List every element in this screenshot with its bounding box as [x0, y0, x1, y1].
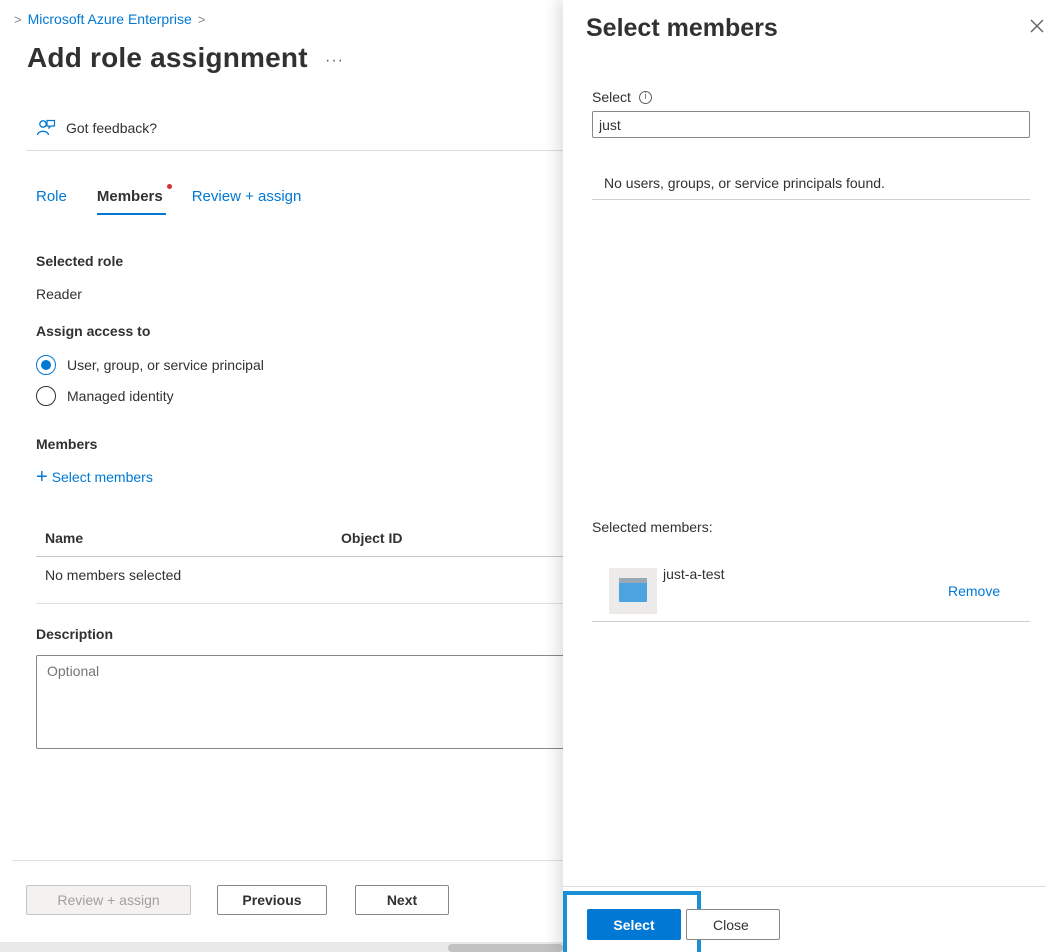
application-icon — [609, 568, 657, 614]
next-button[interactable]: Next — [355, 885, 449, 915]
wizard-tabs: Role Members Review + assign — [36, 184, 302, 215]
select-field-label: Select i — [592, 89, 652, 105]
tab-role[interactable]: Role — [36, 186, 67, 215]
selected-member-name: just-a-test — [663, 566, 725, 582]
breadcrumb-item-azure-enterprise[interactable]: Microsoft Azure Enterprise — [28, 11, 192, 27]
scrollbar-thumb[interactable] — [448, 944, 563, 952]
more-options-button[interactable]: ··· — [325, 52, 344, 70]
tab-members[interactable]: Members — [96, 184, 172, 215]
close-icon[interactable] — [1027, 16, 1046, 36]
info-icon[interactable]: i — [638, 90, 652, 104]
feedback-icon — [36, 119, 56, 136]
previous-button[interactable]: Previous — [217, 885, 327, 915]
selected-members-label: Selected members: — [592, 519, 713, 535]
select-members-label: Select members — [51, 469, 153, 485]
feedback-link[interactable]: Got feedback? — [36, 118, 157, 138]
description-textarea[interactable] — [36, 655, 563, 749]
panel-footer-divider — [563, 886, 1046, 887]
radio-unselected-icon — [36, 386, 56, 406]
page-title: Add role assignment — [27, 42, 308, 73]
review-assign-button[interactable]: Review + assign — [26, 885, 191, 915]
divider — [26, 150, 563, 151]
radio-managed-identity[interactable]: Managed identity — [36, 386, 174, 406]
plus-icon: + — [36, 466, 48, 488]
results-divider — [592, 199, 1030, 200]
remove-member-link[interactable]: Remove — [948, 583, 1000, 599]
tab-members-label: Members — [96, 188, 163, 205]
breadcrumb-separator: > — [197, 11, 206, 27]
members-heading: Members — [36, 436, 98, 452]
radio-label: Managed identity — [67, 388, 174, 404]
close-button[interactable]: Close — [686, 909, 780, 940]
breadcrumb-prefix: > — [14, 11, 22, 27]
select-label-text: Select — [592, 89, 631, 105]
selected-member-divider — [592, 621, 1030, 622]
app-window-icon — [619, 578, 647, 602]
tab-review-assign[interactable]: Review + assign — [192, 186, 302, 215]
selected-role-value: Reader — [36, 286, 82, 302]
members-empty-text: No members selected — [45, 567, 182, 583]
feedback-label: Got feedback? — [66, 120, 158, 136]
assign-access-heading: Assign access to — [36, 323, 151, 339]
selected-role-heading: Selected role — [36, 253, 124, 269]
select-button[interactable]: Select — [587, 909, 681, 940]
panel-title: Select members — [586, 14, 778, 42]
footer-divider — [12, 860, 563, 861]
radio-selected-icon — [36, 355, 56, 375]
description-heading: Description — [36, 626, 114, 642]
add-role-assignment-blade: > Microsoft Azure Enterprise > Add role … — [0, 0, 563, 952]
column-header-name: Name — [45, 530, 84, 546]
radio-label: User, group, or service principal — [67, 357, 264, 373]
select-members-panel: Select members Select i No users, groups… — [563, 0, 1046, 952]
member-search-input[interactable] — [592, 111, 1030, 138]
column-header-object-id: Object ID — [341, 530, 403, 546]
table-header-divider — [36, 556, 563, 557]
breadcrumb: > Microsoft Azure Enterprise > — [14, 11, 205, 27]
required-indicator-dot — [166, 184, 172, 189]
select-members-link[interactable]: + Select members — [36, 466, 153, 488]
radio-user-group-principal[interactable]: User, group, or service principal — [36, 355, 264, 375]
table-row-divider — [36, 603, 563, 604]
no-results-message: No users, groups, or service principals … — [604, 175, 885, 191]
